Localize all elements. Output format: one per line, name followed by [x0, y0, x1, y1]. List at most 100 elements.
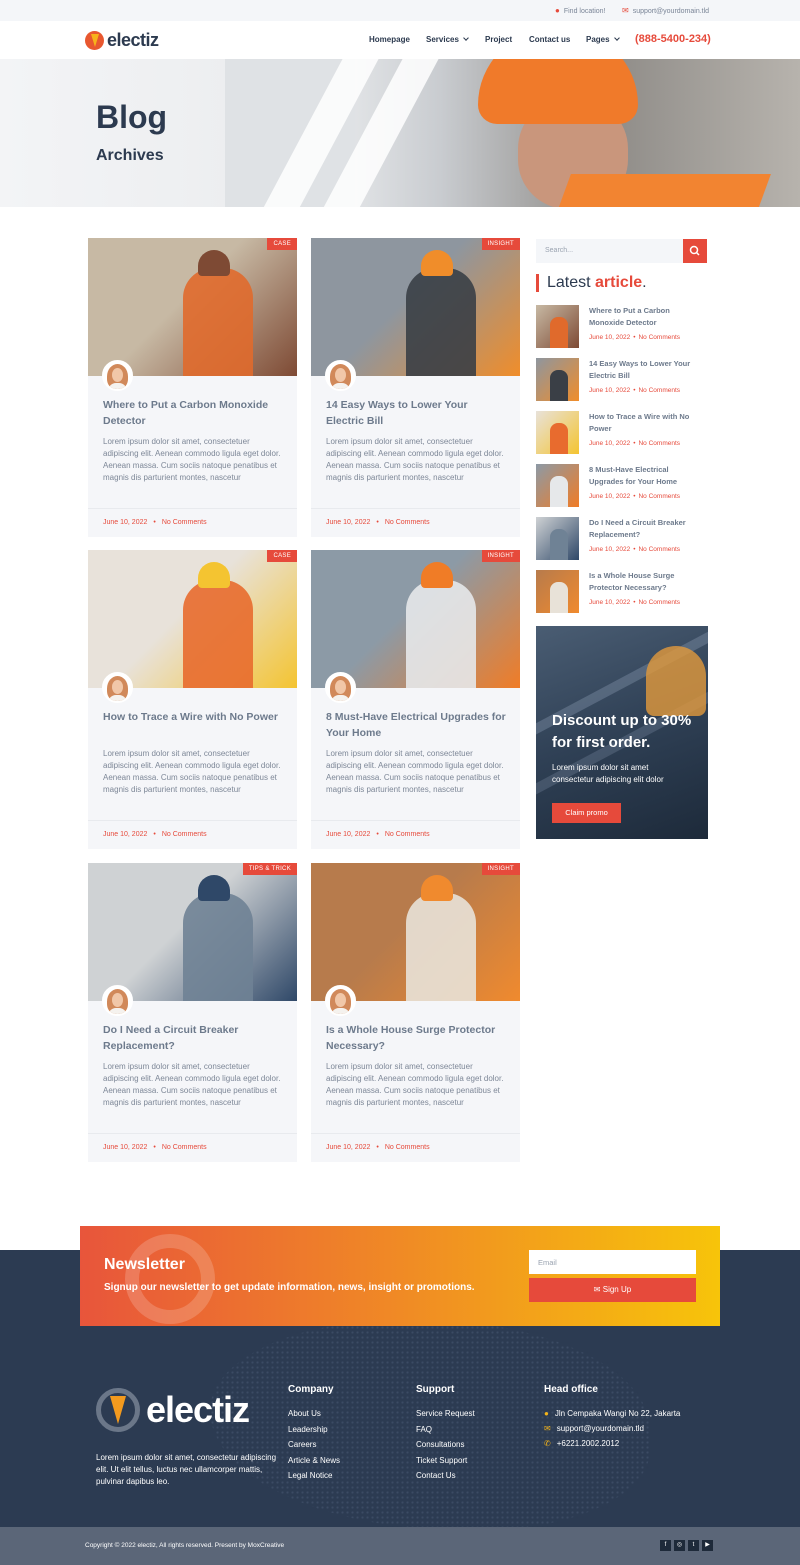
post-image[interactable]: INSIGHT	[311, 550, 520, 688]
promo-worker	[646, 646, 706, 716]
post-card[interactable]: CASE How to Trace a Wire with No Power Lor…	[88, 550, 297, 849]
author-avatar[interactable]	[102, 985, 133, 1016]
post-category-badge[interactable]: CASE	[267, 238, 297, 250]
newsletter-email-input[interactable]: Email	[529, 1250, 696, 1274]
instagram-icon[interactable]: ◎	[674, 1540, 685, 1551]
footer-link-company[interactable]: Legal Notice	[288, 1471, 332, 1480]
post-title[interactable]: Do I Need a Circuit Breaker Replacement?	[103, 1023, 283, 1054]
footer-email[interactable]: ✉ support@yourdomain.tld	[544, 1424, 644, 1433]
post-card[interactable]: INSIGHT Is a Whole House Surge Protector …	[311, 863, 520, 1162]
latest-post-item[interactable]: Is a Whole House Surge Protector Necessa…	[536, 570, 708, 614]
author-avatar[interactable]	[325, 672, 356, 703]
post-category-badge[interactable]: INSIGHT	[481, 550, 520, 562]
site-logo[interactable]: electiz	[85, 30, 159, 51]
hero-worker-vest	[549, 174, 771, 207]
post-image[interactable]: CASE	[88, 550, 297, 688]
footer-link-support[interactable]: Contact Us	[416, 1471, 456, 1480]
latest-post-thumbnail[interactable]	[536, 305, 579, 348]
promo-title: Discount up to 30% for first order.	[552, 712, 692, 751]
post-comments[interactable]: No Comments	[385, 519, 430, 526]
post-card[interactable]: INSIGHT 14 Easy Ways to Lower Your Electr…	[311, 238, 520, 537]
youtube-icon[interactable]: ▶	[702, 1540, 713, 1551]
post-category-badge[interactable]: INSIGHT	[481, 238, 520, 250]
latest-post-thumbnail[interactable]	[536, 411, 579, 454]
search-input[interactable]: Search...	[536, 239, 683, 263]
footer-link-support[interactable]: FAQ	[416, 1425, 432, 1434]
author-avatar[interactable]	[102, 672, 133, 703]
claim-promo-button[interactable]: Claim promo	[552, 803, 621, 823]
author-avatar[interactable]	[325, 985, 356, 1016]
latest-post-title[interactable]: Do I Need a Circuit Breaker Replacement?	[589, 517, 704, 541]
post-comments[interactable]: No Comments	[385, 1144, 430, 1151]
footer-link-company[interactable]: Careers	[288, 1440, 316, 1449]
post-image-worker	[406, 580, 476, 688]
latest-suffix: .	[642, 274, 647, 291]
nav-project[interactable]: Project	[485, 35, 512, 44]
nav-homepage[interactable]: Homepage	[369, 35, 410, 44]
post-category-badge[interactable]: TIPS & TRICK	[242, 863, 297, 875]
author-avatar[interactable]	[325, 360, 356, 391]
latest-post-item[interactable]: Do I Need a Circuit Breaker Replacement?…	[536, 517, 708, 561]
footer-phone-text: +6221.2002.2012	[556, 1439, 620, 1448]
post-comments[interactable]: No Comments	[162, 831, 207, 838]
latest-post-item[interactable]: 8 Must-Have Electrical Upgrades for Your…	[536, 464, 708, 508]
latest-post-thumbnail[interactable]	[536, 464, 579, 507]
post-image[interactable]: CASE	[88, 238, 297, 376]
search-button[interactable]	[683, 239, 707, 263]
latest-post-item[interactable]: How to Trace a Wire with No Power June 10…	[536, 411, 708, 455]
post-category-badge[interactable]: INSIGHT	[481, 863, 520, 875]
post-title[interactable]: Where to Put a Carbon Monoxide Detector	[103, 398, 283, 429]
post-title[interactable]: Is a Whole House Surge Protector Necessa…	[326, 1023, 506, 1054]
post-title[interactable]: 8 Must-Have Electrical Upgrades for Your…	[326, 710, 506, 741]
latest-post-title[interactable]: How to Trace a Wire with No Power	[589, 411, 704, 435]
nav-services[interactable]: Services	[426, 35, 469, 44]
latest-post-item[interactable]: 14 Easy Ways to Lower Your Electric Bill…	[536, 358, 708, 402]
post-category-badge[interactable]: CASE	[267, 550, 297, 562]
post-title[interactable]: How to Trace a Wire with No Power	[103, 710, 283, 726]
footer-link-company[interactable]: Leadership	[288, 1425, 328, 1434]
latest-post-title[interactable]: Is a Whole House Surge Protector Necessa…	[589, 570, 704, 594]
footer-phone[interactable]: ✆ +6221.2002.2012	[544, 1439, 619, 1448]
footer-link-company[interactable]: Article & News	[288, 1456, 340, 1465]
post-card[interactable]: TIPS & TRICK Do I Need a Circuit Breaker …	[88, 863, 297, 1162]
post-comments[interactable]: No Comments	[385, 831, 430, 838]
latest-post-title[interactable]: 8 Must-Have Electrical Upgrades for Your…	[589, 464, 704, 488]
post-image[interactable]: INSIGHT	[311, 238, 520, 376]
post-excerpt: Lorem ipsum dolor sit amet, consectetuer…	[103, 437, 281, 482]
find-location-link[interactable]: ● Find location!	[555, 7, 605, 15]
footer-link-support[interactable]: Service Request	[416, 1409, 475, 1418]
latest-post-title[interactable]: 14 Easy Ways to Lower Your Electric Bill	[589, 358, 704, 382]
footer-logo[interactable]: electiz	[96, 1388, 250, 1432]
post-card[interactable]: INSIGHT 8 Must-Have Electrical Upgrades f…	[311, 550, 520, 849]
footer-link-support[interactable]: Consultations	[416, 1440, 464, 1449]
author-avatar[interactable]	[102, 360, 133, 391]
post-comments[interactable]: No Comments	[162, 519, 207, 526]
post-image[interactable]: INSIGHT	[311, 863, 520, 1001]
latest-post-thumbnail[interactable]	[536, 517, 579, 560]
twitter-icon[interactable]: t	[688, 1540, 699, 1551]
footer-link-company[interactable]: About Us	[288, 1409, 321, 1418]
post-date[interactable]: June 10, 2022	[326, 519, 370, 526]
newsletter-signup-button[interactable]: ✉ Sign Up	[529, 1278, 696, 1302]
footer-link-support[interactable]: Ticket Support	[416, 1456, 467, 1465]
post-date[interactable]: June 10, 2022	[103, 1144, 147, 1151]
post-date[interactable]: June 10, 2022	[326, 831, 370, 838]
facebook-icon[interactable]: f	[660, 1540, 671, 1551]
support-email-link[interactable]: ✉ support@yourdomain.tld	[622, 7, 709, 15]
post-date[interactable]: June 10, 2022	[326, 1144, 370, 1151]
post-title[interactable]: 14 Easy Ways to Lower Your Electric Bill	[326, 398, 506, 429]
latest-article-heading: Latest article.	[536, 274, 647, 292]
post-image[interactable]: TIPS & TRICK	[88, 863, 297, 1001]
phone-number[interactable]: (888-5400-234)	[635, 33, 711, 45]
latest-post-title[interactable]: Where to Put a Carbon Monoxide Detector	[589, 305, 704, 329]
latest-post-item[interactable]: Where to Put a Carbon Monoxide Detector J…	[536, 305, 708, 349]
post-date[interactable]: June 10, 2022	[103, 831, 147, 838]
post-card[interactable]: CASE Where to Put a Carbon Monoxide Detec…	[88, 238, 297, 537]
latest-post-thumbnail[interactable]	[536, 570, 579, 613]
latest-post-thumbnail[interactable]	[536, 358, 579, 401]
post-comments[interactable]: No Comments	[162, 1144, 207, 1151]
nav-contact-us[interactable]: Contact us	[529, 35, 570, 44]
post-excerpt: Lorem ipsum dolor sit amet, consectetuer…	[326, 749, 504, 794]
post-date[interactable]: June 10, 2022	[103, 519, 147, 526]
nav-pages[interactable]: Pages	[586, 35, 620, 44]
